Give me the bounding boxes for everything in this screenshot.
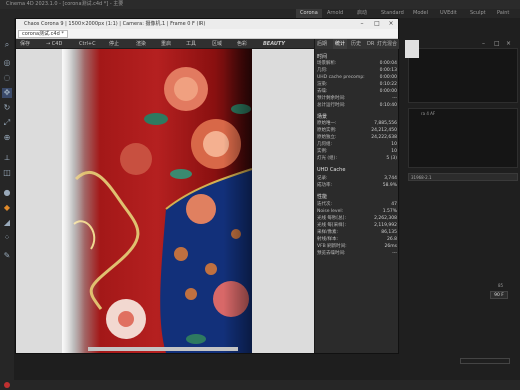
polygon-icon[interactable]: ◆ [2, 203, 12, 213]
stat-row: 预览去噪时间: --- [317, 251, 397, 256]
vfb-title-bar: Chaos Corona 9 | 1500×2000px (1:1) | Cam… [16, 19, 398, 29]
vfb-window: Chaos Corona 9 | 1500×2000px (1:1) | Cam… [15, 18, 399, 354]
tab-model[interactable]: Model [413, 9, 428, 18]
vfb-doc-tab[interactable]: corona测试.c4d * [18, 30, 68, 38]
stat-row: 原始实例: 24,212,450 [317, 128, 397, 133]
tab-sculpt[interactable]: Sculpt [470, 9, 486, 18]
stat-row: 记录: 3,744 [317, 176, 397, 181]
stat-row: VFB 刷新时间: 26ms [317, 244, 397, 249]
tab-paint[interactable]: Paint [497, 9, 509, 18]
stop-button[interactable]: 停止 [109, 39, 119, 49]
tab-uvedit[interactable]: UVEdit [440, 9, 457, 18]
stat-row: Noise level: 1.57% [317, 209, 397, 214]
stat-row: 渲染: 0:10:22 [317, 82, 397, 87]
rotate-icon[interactable]: ↻ [2, 103, 12, 113]
vfb-document-tabs: corona测试.c4d * [16, 29, 398, 39]
layout-tabs: Corona Arnold 启动 Standard Model UVEdit S… [0, 9, 520, 18]
section-performance: 性能 [317, 194, 328, 200]
stat-row: 光线 每[采样]: 2,119,992 [317, 223, 397, 228]
stat-row: 几何: 0:00:13 [317, 68, 397, 73]
region-button[interactable]: 区域 [212, 39, 222, 49]
vfb-minimize-icon[interactable]: – [355, 19, 369, 29]
stat-row: 光线 每秒[总]: 2,262,308 [317, 216, 397, 221]
edge-icon[interactable]: ◢ [2, 218, 12, 228]
live-select-icon[interactable]: ◌ [2, 73, 12, 83]
status-bar [0, 380, 520, 390]
vfb-close-icon[interactable]: × [384, 19, 398, 29]
frame-small: 85 [498, 283, 504, 288]
stat-row: 场景解析: 0:00:04 [317, 61, 397, 66]
close-icon[interactable]: × [506, 40, 511, 47]
timeline-bar[interactable] [460, 358, 510, 364]
tab-standard[interactable]: Standard [381, 9, 404, 18]
minimize-icon[interactable]: – [482, 40, 485, 47]
stat-row: 原始唯一: 7,885,556 [317, 121, 397, 126]
dropdown-value: 31968-2.1 [411, 175, 432, 180]
tab-post[interactable]: 后期 [317, 39, 327, 49]
window-buttons: – □ × [480, 40, 520, 50]
stat-row: 预计剩余时间: --- [317, 96, 397, 101]
stat-row: 成功率: 58.9% [317, 183, 397, 188]
stat-row: 总计运行时间: 0:10:40 [317, 103, 397, 108]
stats-panel: 后期 统计 历史 DR 灯光混合 时间 场景解析: 0:00:04 几何: 0:00… [314, 39, 399, 353]
corona-icon[interactable] [405, 40, 419, 58]
tab-stats[interactable]: 统计 [333, 39, 348, 49]
stat-row: 采样/像素: 86,135 [317, 230, 397, 235]
color-button[interactable]: 色彩 [237, 39, 247, 49]
move-icon[interactable]: ✥ [2, 88, 12, 98]
app-title: Cinema 4D 2023.1.0 - [corona测试.c4d *] - … [6, 1, 124, 7]
stat-row: 实例: 10 [317, 149, 397, 154]
stats-tabs: 后期 统计 历史 DR 灯光混合 [315, 39, 399, 49]
frame-field[interactable]: 90 F [490, 291, 508, 299]
render-button[interactable]: 渲染 [136, 39, 146, 49]
section-time: 时间 [317, 54, 328, 60]
tab-dr[interactable]: DR [367, 39, 374, 49]
stat-row: 射线/样本: 26.8 [317, 237, 397, 242]
attribute-panel: ra 4 AF 31968-2.1 – □ × 85 90 F [400, 18, 520, 380]
stat-row: UHD cache precomp: 0:00:00 [317, 75, 397, 80]
horizontal-scrollbar[interactable] [88, 347, 238, 351]
to-c4d-button[interactable]: → C4D [46, 39, 62, 49]
tools-button[interactable]: 工具 [186, 39, 196, 49]
attribute-manager: ra 4 AF [408, 108, 518, 168]
tab-history[interactable]: 历史 [351, 39, 361, 49]
attr-text-1: ra 4 AF [421, 111, 436, 116]
stat-row: 迭代次: 47 [317, 202, 397, 207]
axis-icon[interactable]: ⟂ [2, 153, 12, 163]
point-icon[interactable]: ⁘ [2, 233, 12, 243]
tab-arnold[interactable]: Arnold [327, 9, 343, 18]
brush-icon[interactable]: ✎ [2, 251, 12, 261]
copy-button[interactable]: Ctrl+C [79, 39, 96, 49]
zoom-icon[interactable]: ⌕ [2, 40, 12, 50]
snap-icon[interactable]: ◫ [2, 168, 12, 178]
transform-icon[interactable]: ⊕ [2, 133, 12, 143]
left-toolbar: ⌕ ◎ ◌ ✥ ↻ ⤢ ⊕ ⟂ ◫ ● ◆ ◢ ⁘ ✎ [0, 18, 14, 380]
select-icon[interactable]: ◎ [2, 58, 12, 68]
scale-icon[interactable]: ⤢ [2, 118, 12, 128]
beauty-pass-select[interactable]: BEAUTY [263, 39, 285, 49]
save-button[interactable]: 保存 [20, 39, 30, 49]
tab-startup[interactable]: 启动 [357, 9, 367, 18]
section-uhd: UHD Cache [317, 167, 346, 173]
object-manager [408, 48, 518, 103]
app-title-bar: Cinema 4D 2023.1.0 - [corona测试.c4d *] - … [0, 0, 520, 9]
render-viewport[interactable] [16, 49, 314, 353]
object-icon[interactable]: ● [2, 188, 12, 198]
stat-row: 灯光 (组): 5 (3) [317, 156, 397, 161]
maximize-icon[interactable]: □ [494, 40, 500, 47]
tab-corona[interactable]: Corona [296, 9, 322, 18]
status-error-icon[interactable] [4, 382, 10, 388]
vfb-maximize-icon[interactable]: □ [370, 19, 384, 29]
restart-button[interactable]: 重启 [161, 39, 171, 49]
section-scene: 场景 [317, 114, 328, 120]
render-image [16, 49, 314, 353]
vfb-title: Chaos Corona 9 | 1500×2000px (1:1) | Cam… [24, 21, 206, 27]
material-dropdown[interactable]: 31968-2.1 [408, 173, 518, 181]
tab-lightmix[interactable]: 灯光混合 [377, 39, 397, 49]
stat-row: 几何组: 10 [317, 142, 397, 147]
stat-row: 去噪: 0:00:00 [317, 89, 397, 94]
stat-row: 原始独立: 24,222,638 [317, 135, 397, 140]
